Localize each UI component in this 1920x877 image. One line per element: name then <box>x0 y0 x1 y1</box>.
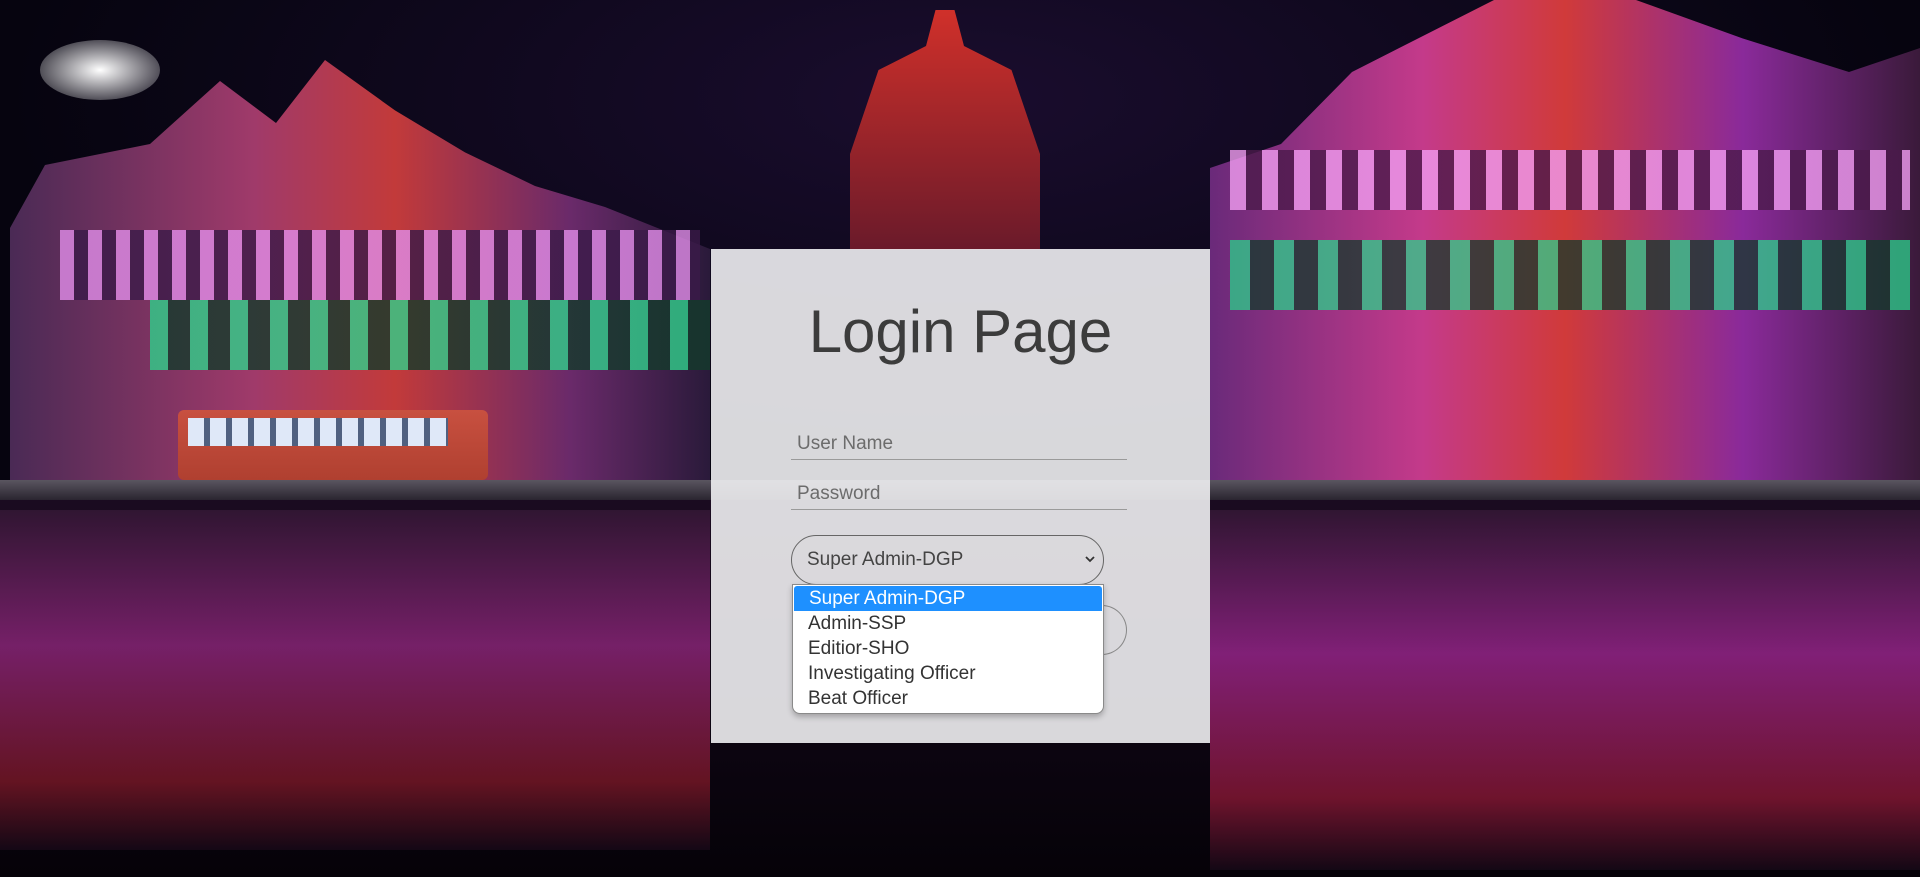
username-input[interactable] <box>791 428 1127 460</box>
role-option-editior-sho[interactable]: Editior-SHO <box>793 636 1103 661</box>
role-dropdown-list: Super Admin-DGP Admin-SSP Editior-SHO In… <box>792 584 1104 714</box>
role-option-super-admin-dgp[interactable]: Super Admin-DGP <box>794 586 1102 611</box>
role-select-value: Super Admin-DGP <box>807 549 964 570</box>
page-title: Login Page <box>808 298 1113 365</box>
role-option-admin-ssp[interactable]: Admin-SSP <box>793 611 1103 636</box>
role-option-investigating-officer[interactable]: Investigating Officer <box>793 661 1103 686</box>
password-input[interactable] <box>791 478 1127 510</box>
chevron-down-icon <box>1085 556 1095 563</box>
role-select[interactable]: Super Admin-DGP <box>791 535 1104 585</box>
role-option-beat-officer[interactable]: Beat Officer <box>793 686 1103 711</box>
